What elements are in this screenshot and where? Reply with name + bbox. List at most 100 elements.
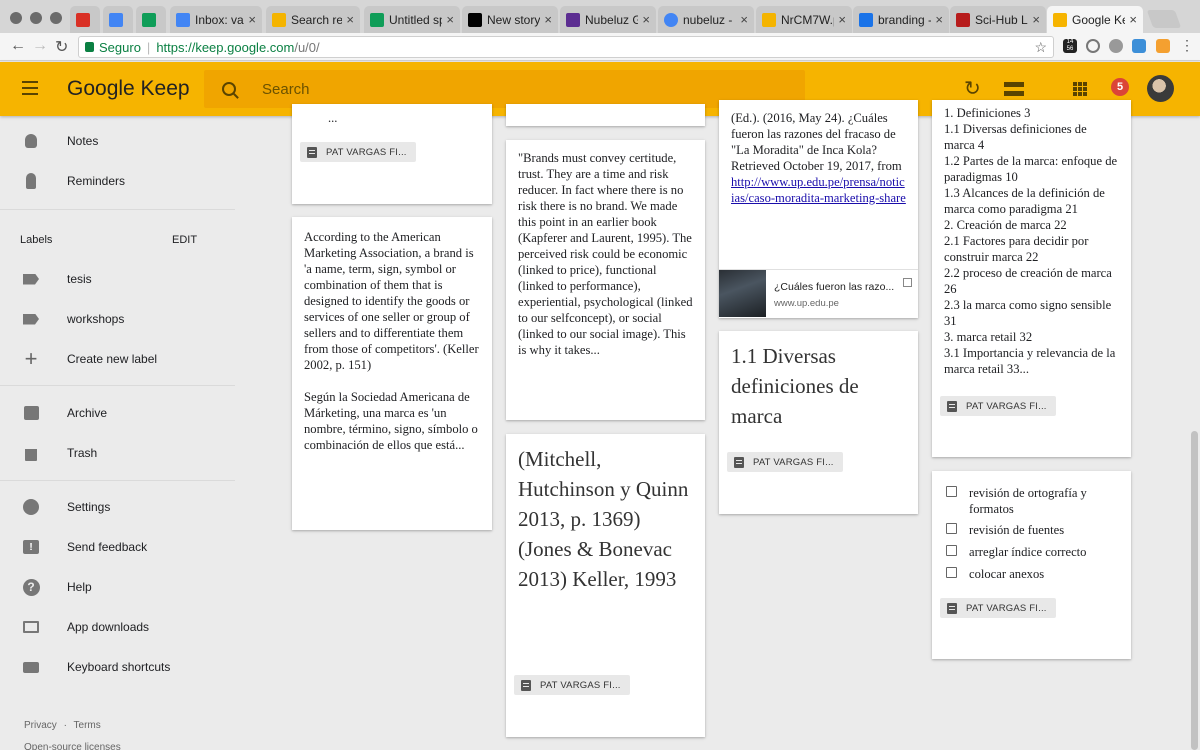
sidebar-item-trash[interactable]: Trash	[0, 433, 235, 473]
privacy-link[interactable]: Privacy	[24, 720, 57, 731]
sidebar-item-keyboard-shortcuts[interactable]: Keyboard shortcuts	[0, 647, 235, 687]
browser-tab[interactable]: NrCM7W.p ×	[756, 6, 852, 33]
close-icon[interactable]: ×	[446, 12, 454, 27]
browser-tab[interactable]: Sci-Hub Lib×	[950, 6, 1046, 33]
evernote-icon[interactable]	[1109, 39, 1123, 53]
checklist-note-card[interactable]: revisión de ortografía y formatos revisi…	[932, 471, 1131, 659]
dropbox-icon[interactable]	[1132, 39, 1146, 53]
note-card[interactable]: (Ed.). (2016, May 24). ¿Cuáles fueron la…	[719, 100, 918, 318]
devices-icon	[22, 618, 40, 636]
edit-labels-button[interactable]: EDIT	[172, 234, 197, 246]
close-icon[interactable]: ×	[642, 12, 650, 27]
apps-grid-icon[interactable]	[1073, 82, 1087, 96]
close-icon[interactable]: ×	[1129, 12, 1137, 27]
browser-tab[interactable]: branding - ×	[853, 6, 949, 33]
notebook-label-chip[interactable]: PAT VARGAS FI...	[727, 452, 843, 472]
note-card[interactable]: (Mitchell, Hutchinson y Quinn 2013, p. 1…	[506, 434, 705, 737]
sidebar-item-archive[interactable]: Archive	[0, 393, 235, 433]
note-text: (Mitchell, Hutchinson y Quinn 2013, p. 1…	[518, 447, 689, 591]
back-icon[interactable]: ←	[10, 37, 26, 55]
page-scrollbar[interactable]	[1191, 431, 1198, 750]
window-close-button[interactable]	[10, 12, 22, 24]
help-icon: ?	[22, 578, 40, 596]
note-card[interactable]: 1.1 Diversas definiciones de marca PAT V…	[719, 331, 918, 514]
search-icon[interactable]	[222, 82, 236, 96]
browser-tab[interactable]	[70, 6, 100, 33]
notebook-label-chip[interactable]: PAT VARGAS FI...	[300, 142, 416, 162]
browser-tab-active[interactable]: Google Kee×	[1047, 6, 1143, 33]
divider	[0, 480, 235, 481]
bookmark-icon[interactable]	[1156, 39, 1170, 53]
close-icon[interactable]: ×	[346, 12, 354, 27]
forward-icon[interactable]: →	[32, 37, 48, 55]
counter-icon[interactable]: 14 56	[1063, 39, 1077, 53]
close-icon[interactable]: ×	[1032, 12, 1040, 27]
close-icon[interactable]: ×	[544, 12, 552, 27]
sidebar-item-tesis[interactable]: tesis	[0, 259, 235, 299]
drive-icon	[272, 12, 286, 27]
open-link-icon[interactable]	[903, 278, 912, 287]
keyboard-icon	[22, 658, 40, 676]
thesaurus-icon	[859, 12, 873, 27]
terms-link[interactable]: Terms	[74, 720, 101, 731]
sidebar-item-settings[interactable]: Settings	[0, 487, 235, 527]
note-card[interactable]	[506, 104, 705, 126]
window-zoom-button[interactable]	[50, 12, 62, 24]
checkbox[interactable]	[946, 567, 957, 578]
extension-icon[interactable]	[1086, 39, 1100, 53]
reference-link[interactable]: http://www.up.edu.pe/prensa/noticias/cas…	[731, 175, 906, 205]
checkbox[interactable]	[946, 545, 957, 556]
search-input[interactable]	[262, 80, 762, 98]
close-icon[interactable]: ×	[838, 12, 846, 27]
licenses-link[interactable]: Open-source licenses	[24, 742, 121, 750]
note-card[interactable]: "Brands must convey certitude, trust. Th…	[506, 140, 705, 420]
avatar[interactable]	[1147, 75, 1174, 102]
sidebar-item-notes[interactable]: Notes	[0, 121, 235, 161]
keep-icon	[1053, 12, 1067, 27]
app-logo[interactable]: Google Keep	[67, 77, 190, 101]
refresh-icon[interactable]: ↻	[964, 76, 981, 101]
sidebar-item-help[interactable]: ? Help	[0, 567, 235, 607]
chrome-menu-icon[interactable]: ⋮	[1180, 38, 1194, 53]
close-icon[interactable]: ×	[740, 12, 748, 27]
sidebar-item-send-feedback[interactable]: ! Send feedback	[0, 527, 235, 567]
url-path: /u/0/	[294, 39, 320, 55]
note-card[interactable]: According to the American Marketing Asso…	[292, 217, 492, 530]
scihub-icon	[956, 12, 970, 27]
notebook-label-chip[interactable]: PAT VARGAS FI...	[940, 598, 1056, 618]
link-preview[interactable]: ¿Cuáles fueron las razo... www.up.edu.pe	[719, 269, 918, 318]
browser-tab[interactable]	[103, 6, 133, 33]
new-tab-button[interactable]	[1146, 10, 1182, 28]
browser-tab[interactable]: nubeluz - G×	[658, 6, 754, 33]
bookmark-star-icon[interactable]: ☆	[1034, 39, 1047, 56]
browser-tab[interactable]: Untitled sp ×	[364, 6, 460, 33]
google-icon	[664, 12, 678, 27]
browser-tab[interactable]: Inbox: varg×	[170, 6, 262, 33]
list-view-icon[interactable]	[1004, 82, 1024, 96]
inbox-icon	[176, 12, 190, 27]
note-card[interactable]: ... PAT VARGAS FI...	[292, 104, 492, 204]
window-minimize-button[interactable]	[30, 12, 42, 24]
sidebar-item-workshops[interactable]: workshops	[0, 299, 235, 339]
browser-tab[interactable]: New story ×	[462, 6, 558, 33]
note-card[interactable]: 1. Definiciones 3 1.1 Diversas definicio…	[932, 100, 1131, 457]
browser-tab[interactable]: Search res×	[266, 6, 360, 33]
notebook-label-chip[interactable]: PAT VARGAS FI...	[514, 675, 630, 695]
note-text: "Brands must convey certitude, trust. Th…	[518, 151, 696, 357]
notebook-label-chip[interactable]: PAT VARGAS FI...	[940, 396, 1056, 416]
notification-badge[interactable]: 5	[1111, 78, 1129, 96]
search-bar[interactable]	[204, 70, 805, 108]
browser-tab[interactable]	[136, 6, 166, 33]
checkbox[interactable]	[946, 523, 957, 534]
preview-thumbnail	[719, 270, 766, 317]
close-icon[interactable]: ×	[935, 12, 943, 27]
address-bar[interactable]: Seguro | https://keep.google.com/u/0/ ☆	[78, 36, 1054, 58]
close-icon[interactable]: ×	[248, 12, 256, 27]
checkbox[interactable]	[946, 486, 957, 497]
sidebar-item-create-label[interactable]: + Create new label	[0, 339, 235, 379]
browser-tab[interactable]: Nubeluz Gi×	[560, 6, 656, 33]
main-menu-icon[interactable]	[22, 81, 38, 95]
sidebar-item-reminders[interactable]: Reminders	[0, 161, 235, 201]
sidebar-item-app-downloads[interactable]: App downloads	[0, 607, 235, 647]
reload-icon[interactable]: ↻	[55, 37, 68, 57]
